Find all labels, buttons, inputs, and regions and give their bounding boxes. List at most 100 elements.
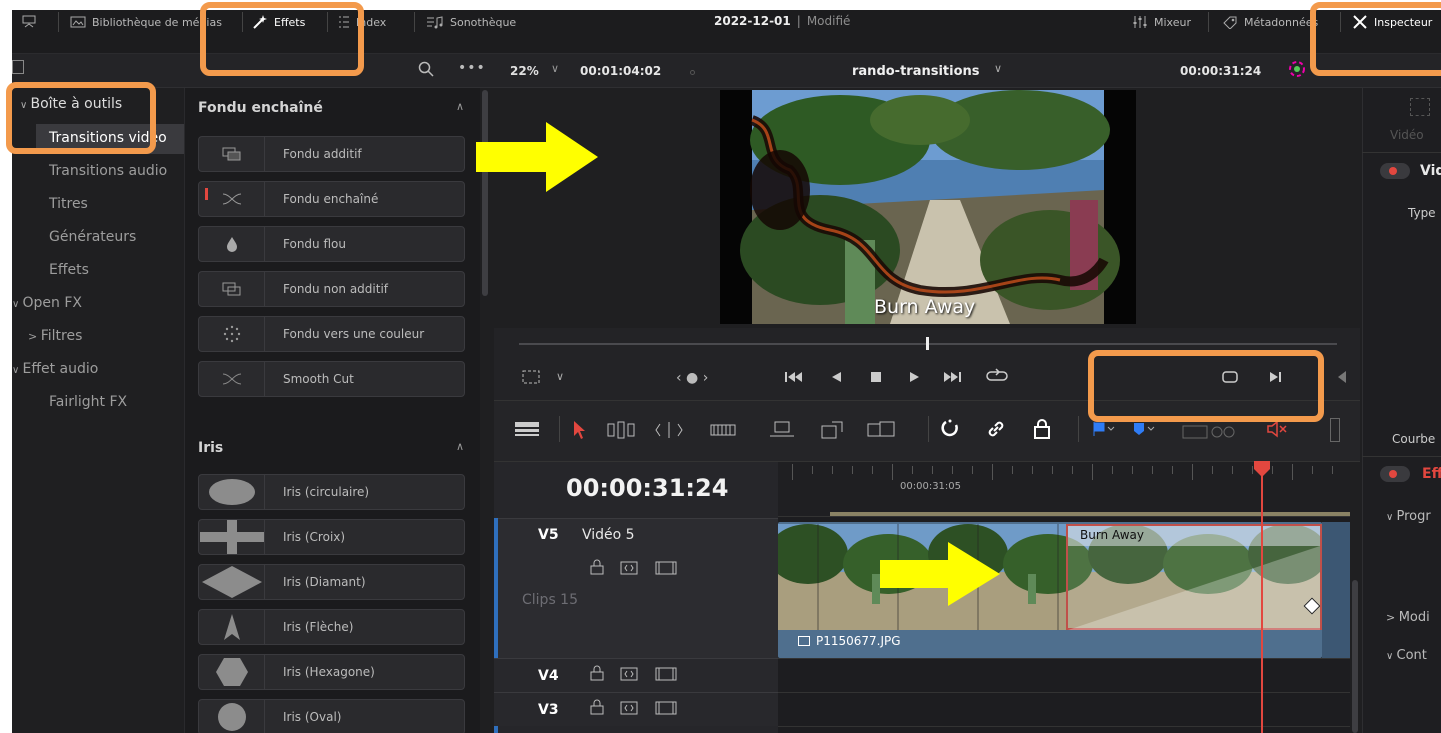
skip-to-start-icon[interactable] bbox=[784, 369, 804, 389]
fx-blur-dissolve[interactable]: Fondu flou bbox=[198, 226, 465, 262]
video-tab-icon[interactable] bbox=[1410, 98, 1430, 116]
tree-item-titles[interactable]: Titres bbox=[49, 196, 88, 212]
timeline-playhead[interactable] bbox=[1261, 462, 1263, 733]
color-wheel-icon[interactable] bbox=[1288, 60, 1306, 82]
tree-item-generators[interactable]: Générateurs bbox=[49, 229, 136, 245]
timeline-chevron-down-icon[interactable]: ∨ bbox=[994, 62, 1002, 75]
fx-additive-dissolve[interactable]: Fondu additif bbox=[198, 136, 465, 172]
tree-item-filters[interactable]: > Filtres bbox=[28, 328, 82, 344]
zoom-value[interactable]: 22% bbox=[510, 64, 539, 78]
fx-iris-circle[interactable]: Iris (circulaire) bbox=[198, 474, 465, 510]
progress-label: Progr bbox=[1396, 509, 1431, 524]
v3-auto-select-icon[interactable] bbox=[620, 700, 638, 719]
insert-clip-icon[interactable] bbox=[769, 420, 795, 444]
flag-blue-icon[interactable] bbox=[1092, 421, 1118, 441]
v3-track-visibility-icon[interactable] bbox=[655, 700, 677, 719]
fx-non-additive-dissolve[interactable]: Fondu non additif bbox=[198, 271, 465, 307]
video-caption: Burn Away bbox=[874, 296, 976, 318]
track-id-v4: V4 bbox=[538, 668, 559, 684]
more-options-icon[interactable]: ••• bbox=[458, 60, 486, 76]
stop-icon[interactable] bbox=[868, 369, 884, 389]
position-lock-icon[interactable] bbox=[1032, 418, 1052, 444]
track-header-v5[interactable] bbox=[494, 518, 778, 658]
track-divider bbox=[778, 726, 1350, 727]
replace-clip-icon[interactable] bbox=[866, 420, 896, 444]
overwrite-clip-icon[interactable] bbox=[820, 420, 846, 444]
inspector-effect-section: Eff bbox=[1422, 466, 1441, 482]
effect-section-toggle[interactable] bbox=[1380, 466, 1410, 482]
linked-selection-icon[interactable] bbox=[985, 418, 1007, 444]
play-reverse-icon[interactable] bbox=[828, 369, 844, 389]
skip-to-end-icon[interactable] bbox=[942, 369, 962, 389]
inspector-contour-group[interactable]: ∨ Cont bbox=[1386, 648, 1427, 663]
jog-playhead[interactable] bbox=[926, 337, 929, 350]
track-name-v5[interactable]: Vidéo 5 bbox=[582, 527, 635, 543]
viewer-frame-icon[interactable] bbox=[521, 369, 541, 389]
metadata-button[interactable]: Métadonnées bbox=[1222, 13, 1318, 31]
dissolve-collapse-chevron-icon[interactable]: ∧ bbox=[456, 100, 464, 113]
v5-lock-icon[interactable] bbox=[590, 559, 604, 579]
sound-library-button[interactable]: Sonothèque bbox=[426, 13, 516, 31]
timeline-view-options-icon[interactable] bbox=[514, 420, 540, 442]
trim-edit-icon[interactable] bbox=[606, 420, 636, 444]
v5-auto-select-icon[interactable] bbox=[620, 560, 638, 579]
inspector-curve-label: Courbe bbox=[1392, 432, 1436, 446]
zoom-chevron-down-icon[interactable]: ∨ bbox=[551, 62, 559, 75]
inspector-modifier-group[interactable]: > Modi bbox=[1386, 610, 1430, 625]
inspector-type-label: Type bbox=[1408, 206, 1436, 220]
timeline-name[interactable]: rando-transitions bbox=[852, 64, 980, 79]
fx-iris-hexagon[interactable]: Iris (Hexagone) bbox=[198, 654, 465, 690]
inspector-video-section: Vid bbox=[1420, 163, 1441, 179]
search-icon[interactable] bbox=[418, 61, 434, 81]
inspector-video-tab[interactable]: Vidéo bbox=[1390, 128, 1424, 142]
layout-icon[interactable] bbox=[22, 13, 36, 31]
timeline-vscrollbar[interactable] bbox=[1352, 580, 1358, 733]
toolbar-separator bbox=[1078, 416, 1079, 442]
mixer-button[interactable]: Mixeur bbox=[1132, 13, 1191, 31]
tree-item-audio-transitions[interactable]: Transitions audio bbox=[49, 163, 167, 179]
play-icon[interactable] bbox=[906, 369, 922, 389]
video-section-toggle[interactable] bbox=[1380, 163, 1410, 179]
v3-lock-icon[interactable] bbox=[590, 699, 604, 719]
fx-cross-dissolve[interactable]: Fondu enchaîné bbox=[198, 181, 465, 217]
zoom-timeline-icon[interactable] bbox=[1182, 420, 1238, 444]
fx-iris-diamond[interactable]: Iris (Diamant) bbox=[198, 564, 465, 600]
dynamic-trim-icon[interactable] bbox=[654, 420, 684, 444]
snapping-icon[interactable] bbox=[939, 418, 961, 444]
audio-output-icon[interactable] bbox=[1336, 369, 1346, 389]
marker-blue-icon[interactable] bbox=[1132, 421, 1158, 441]
fx-dip-to-color[interactable]: Fondu vers une couleur bbox=[198, 316, 465, 352]
tree-item-fairlight-fx[interactable]: Fairlight FX bbox=[49, 394, 127, 410]
tree-item-audio-fx[interactable]: ∨ Effet audio bbox=[12, 361, 98, 377]
fx-smooth-cut[interactable]: Smooth Cut bbox=[198, 361, 465, 397]
v4-lock-icon[interactable] bbox=[590, 665, 604, 685]
iris-section-title[interactable]: Iris bbox=[198, 440, 223, 456]
loop-icon[interactable] bbox=[986, 367, 1008, 389]
fx-label: Fondu flou bbox=[283, 237, 346, 251]
panel-toggle-icon[interactable] bbox=[12, 60, 24, 74]
fx-iris-cross[interactable]: Iris (Croix) bbox=[198, 519, 465, 555]
dissolve-section-title[interactable]: Fondu enchaîné bbox=[198, 100, 323, 116]
fx-iris-arrow[interactable]: Iris (Flèche) bbox=[198, 609, 465, 645]
fx-iris-oval[interactable]: Iris (Oval) bbox=[198, 699, 465, 733]
blade-tool-icon[interactable] bbox=[710, 422, 736, 442]
inspector-progress-group[interactable]: ∨ Progr bbox=[1386, 509, 1431, 524]
ruler-tick bbox=[832, 466, 833, 474]
ruler-tick bbox=[1072, 466, 1073, 474]
v4-auto-select-icon[interactable] bbox=[620, 666, 638, 685]
mute-audio-icon[interactable] bbox=[1266, 420, 1288, 442]
v4-track-visibility-icon[interactable] bbox=[655, 666, 677, 685]
v5-track-visibility-icon[interactable] bbox=[655, 560, 677, 579]
next-clip[interactable] bbox=[1322, 522, 1350, 658]
viewer-mode-chevron-down-icon[interactable]: ∨ bbox=[556, 370, 564, 383]
app-root: Bibliothèque de médias Effets Index Sono… bbox=[0, 0, 1441, 733]
tree-item-effects[interactable]: Effets bbox=[49, 262, 89, 278]
transition-burn-away[interactable]: Burn Away bbox=[1066, 524, 1322, 630]
iris-collapse-chevron-icon[interactable]: ∧ bbox=[456, 440, 464, 453]
tree-item-open-fx[interactable]: ∨ Open FX bbox=[12, 295, 82, 311]
fx-label: Iris (Oval) bbox=[283, 710, 342, 724]
playhead-handle-icon[interactable] bbox=[1253, 460, 1271, 478]
nudge-controls-icon[interactable]: ‹ ● › bbox=[676, 370, 708, 386]
effects-scrollbar[interactable] bbox=[482, 90, 488, 296]
selection-pointer-icon[interactable] bbox=[572, 420, 586, 444]
